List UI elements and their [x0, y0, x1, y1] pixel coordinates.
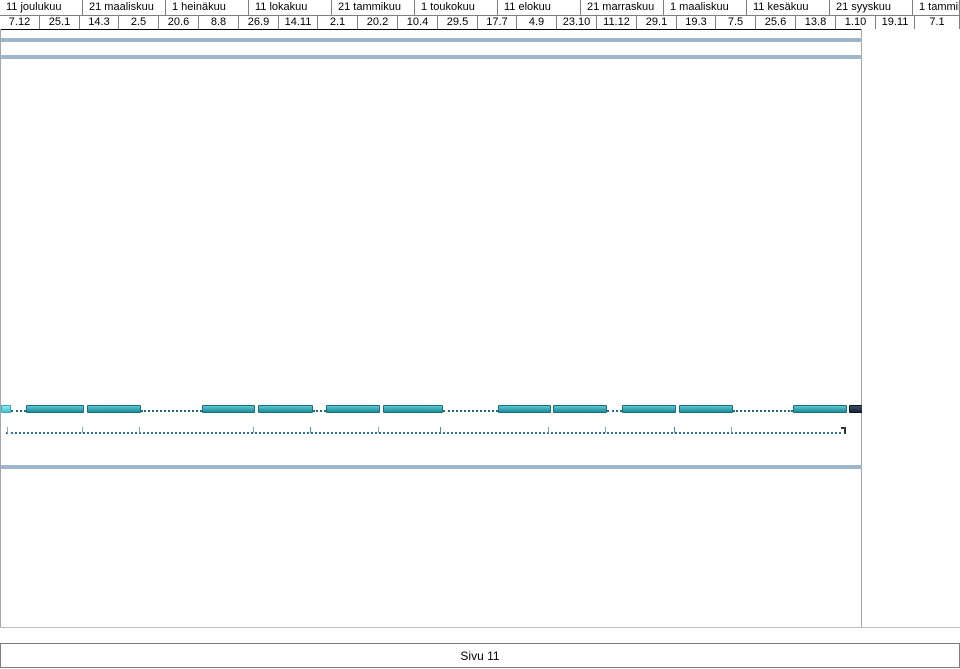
timescale-bottom-cell: 7.12 — [0, 15, 40, 29]
milestone-tick — [139, 427, 140, 433]
timescale-bottom-cell: 19.3 — [677, 15, 716, 29]
timescale-top-cell: 21 tammikuu — [332, 0, 415, 15]
timescale-top-cell: 11 kesäkuu — [747, 0, 830, 15]
timescale-bottom-cell: 10.4 — [398, 15, 438, 29]
slack-dotted-line — [733, 410, 793, 412]
footer-rule — [0, 627, 960, 628]
milestone-tick — [253, 427, 254, 433]
timescale-bottom-cell: 25.6 — [756, 15, 796, 29]
horizontal-band — [1, 465, 863, 469]
slack-dotted-line — [11, 410, 26, 412]
timescale-top-cell: 1 maaliskuu — [664, 0, 747, 15]
milestone-tick — [378, 427, 379, 433]
timescale-bottom-cell: 23.10 — [557, 15, 597, 29]
milestone-tick — [605, 427, 606, 433]
end-bracket-marker — [841, 427, 846, 434]
gantt-task-bar — [1, 405, 11, 413]
timescale-top-tier: 11 joulukuu 21 maaliskuu 1 heinäkuu 11 loka… — [0, 0, 960, 16]
timescale-header: 11 joulukuu 21 maaliskuu 1 heinäkuu 11 loka… — [0, 0, 960, 30]
milestone-tick — [310, 427, 311, 433]
slack-dotted-line — [141, 410, 202, 412]
timescale-bottom-cell: 11.12 — [597, 15, 637, 29]
gantt-task-bar — [258, 405, 313, 413]
timescale-top-cell: 21 marraskuu — [581, 0, 664, 15]
milestone-tick — [440, 427, 441, 433]
gantt-task-bar — [849, 405, 863, 413]
gantt-bar-row — [1, 404, 863, 416]
gantt-task-bar — [87, 405, 141, 413]
slack-dotted-line — [443, 410, 498, 412]
horizontal-band — [1, 55, 863, 59]
timescale-bottom-cell: 14.3 — [80, 15, 119, 29]
timescale-bottom-cell: 7.5 — [716, 15, 756, 29]
gantt-task-bar — [498, 405, 551, 413]
timescale-bottom-cell: 1.10 — [836, 15, 876, 29]
gantt-task-bar — [202, 405, 255, 413]
milestone-tick — [82, 427, 83, 433]
timescale-top-cell: 11 elokuu — [498, 0, 581, 15]
baseline-dotted-line — [6, 432, 841, 434]
gantt-task-bar — [326, 405, 380, 413]
project-print-page: 11 joulukuu 21 maaliskuu 1 heinäkuu 11 loka… — [0, 0, 960, 669]
timescale-bottom-cell: 2.1 — [318, 15, 358, 29]
timescale-bottom-cell: 19.11 — [876, 15, 915, 29]
timescale-bottom-cell: 17.7 — [478, 15, 517, 29]
timescale-top-cell: 1 tammik — [913, 0, 960, 15]
timescale-top-cell: 21 maaliskuu — [83, 0, 166, 15]
timescale-bottom-cell: 14.11 — [279, 15, 318, 29]
milestone-tick — [731, 427, 732, 433]
timescale-top-cell: 11 joulukuu — [0, 0, 83, 15]
right-margin — [862, 29, 960, 627]
timescale-bottom-cell: 20.6 — [159, 15, 199, 29]
timescale-bottom-cell: 20.2 — [358, 15, 398, 29]
timescale-top-cell: 1 toukokuu — [415, 0, 498, 15]
page-footer: Sivu 11 — [0, 644, 960, 668]
milestone-tick — [548, 427, 549, 433]
gantt-task-bar — [679, 405, 733, 413]
gantt-task-bar — [793, 405, 847, 413]
slack-dotted-line — [313, 410, 326, 412]
milestone-tick — [7, 427, 8, 433]
timescale-bottom-cell: 25.1 — [40, 15, 80, 29]
timescale-top-cell: 1 heinäkuu — [166, 0, 249, 15]
timescale-bottom-cell: 29.5 — [438, 15, 478, 29]
timescale-bottom-cell: 4.9 — [517, 15, 557, 29]
gantt-chart-area — [0, 29, 863, 627]
timescale-bottom-tier: 7.12 25.1 14.3 2.5 20.6 8.8 26.9 14.11 2.1 20.2 10… — [0, 15, 960, 29]
timescale-bottom-cell: 2.5 — [119, 15, 159, 29]
page-number: Sivu 11 — [460, 649, 500, 663]
timescale-bottom-cell: 29.1 — [637, 15, 677, 29]
timescale-top-cell: 21 syyskuu — [830, 0, 913, 15]
timescale-bottom-cell: 13.8 — [796, 15, 836, 29]
horizontal-band — [1, 38, 863, 42]
slack-dotted-line — [607, 410, 622, 412]
gantt-task-bar — [622, 405, 676, 413]
gantt-task-bar — [383, 405, 443, 413]
timescale-bottom-cell: 26.9 — [239, 15, 279, 29]
milestone-tick — [674, 427, 675, 433]
timescale-bottom-cell: 8.8 — [199, 15, 239, 29]
gantt-task-bar — [26, 405, 84, 413]
gantt-task-bar — [553, 405, 607, 413]
timescale-top-cell: 11 lokakuu — [249, 0, 332, 15]
timescale-bottom-cell: 7.1 — [915, 15, 960, 29]
